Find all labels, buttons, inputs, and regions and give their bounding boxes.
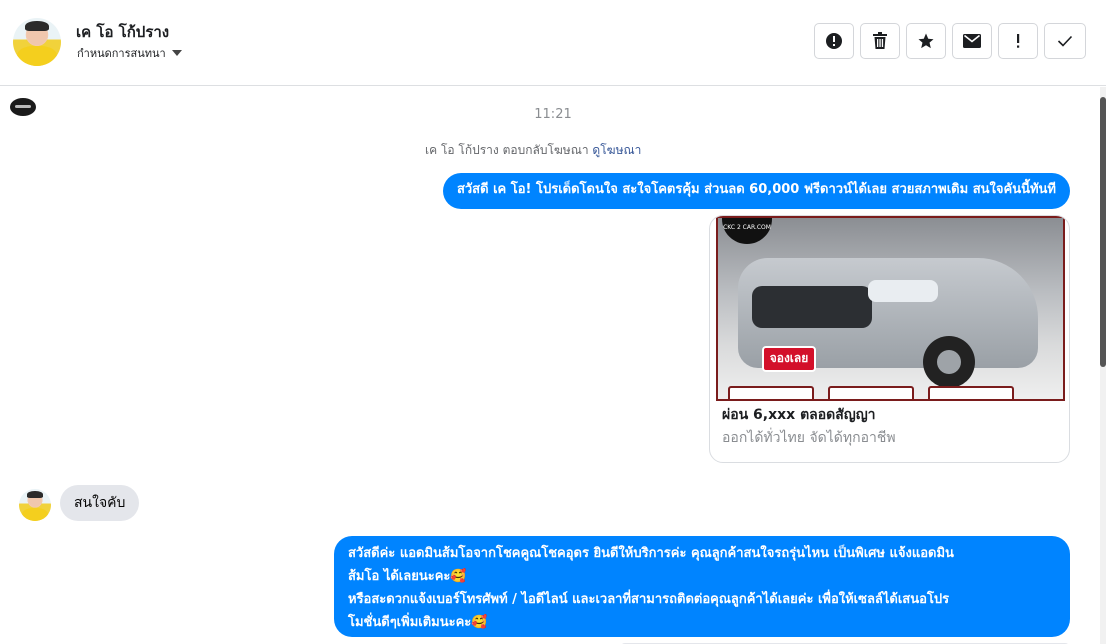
mark-unread-button[interactable] [952,23,992,59]
star-button[interactable] [906,23,946,59]
ad-thumbnails [728,386,1014,399]
message-thread[interactable]: 11:21 เค โอ โก้ปราง ตอบกลับโฆษณา ดูโฆษณา… [0,87,1106,644]
incoming-message[interactable]: สนใจคับ [60,485,140,521]
done-button[interactable] [1044,23,1086,59]
envelope-icon [963,34,981,48]
dealer-logo: CKC 2 CAR.COM [722,218,772,244]
message-line: สวัสดีค่ะ แอดมินส้มโอจากโชคคูณโชคอุดร ยิ… [348,546,954,561]
message-line: ส้มโอ ได้เลยนะคะ🥰 [348,569,467,584]
outgoing-message[interactable]: สวัสดี เค โอ! โปรเด็ดโดนใจ สะใจโคตรคุ้ม … [442,173,1070,209]
message-line: โมชั่นดีๆเพิ่มเติมนะคะ🥰 [348,615,488,630]
message-line: หรือสะดวกแจ้งเบอร์โทรศัพท์ / ไอดีไลน์ แล… [348,592,950,607]
check-icon [1057,35,1073,47]
scrollbar-thumb[interactable] [1100,97,1106,367]
contact-avatar[interactable] [13,18,61,66]
important-button[interactable] [998,23,1038,59]
caret-down-icon [171,50,182,56]
ad-title: ผ่อน 6,xxx ตลอดสัญญา [722,407,876,423]
trash-icon [873,32,887,49]
delete-button[interactable] [860,23,900,59]
view-ad-link[interactable]: ดูโฆษณา [592,143,641,157]
conversation-settings-label: กำหนดการสนทนา [77,47,166,60]
ad-description: ออกได้ทั่วไทย จัดได้ทุกอาชีพ [722,430,896,446]
contact-name[interactable]: เค โอ โก้ปราง [76,20,169,44]
conversation-header: เค โอ โก้ปราง กำหนดการสนทนา [0,0,1106,86]
conversation-settings-dropdown[interactable]: กำหนดการสนทนา [77,44,182,62]
book-now-sticker: จองเลย [762,346,816,372]
ad-image[interactable]: CKC 2 CAR.COM จองเลย [716,216,1065,401]
star-icon [918,33,934,49]
exclamation-icon [1017,34,1020,48]
ad-card[interactable]: CKC 2 CAR.COM จองเลย ผ่อน 6,xxx ตลอดสัญญ… [709,215,1070,463]
ad-reply-text: เค โอ โก้ปราง ตอบกลับโฆษณา [425,143,589,157]
message-toolbar [814,23,1086,59]
scrollbar[interactable] [1100,87,1106,644]
report-button[interactable] [814,23,854,59]
ad-reply-notice: เค โอ โก้ปราง ตอบกลับโฆษณา ดูโฆษณา [425,141,641,160]
outgoing-message[interactable]: สวัสดีค่ะ แอดมินส้มโอจากโชคคูณโชคอุดร ยิ… [334,536,1070,637]
alert-circle-icon [826,33,842,49]
message-timestamp: 11:21 [534,107,572,122]
sender-avatar[interactable] [19,489,51,521]
